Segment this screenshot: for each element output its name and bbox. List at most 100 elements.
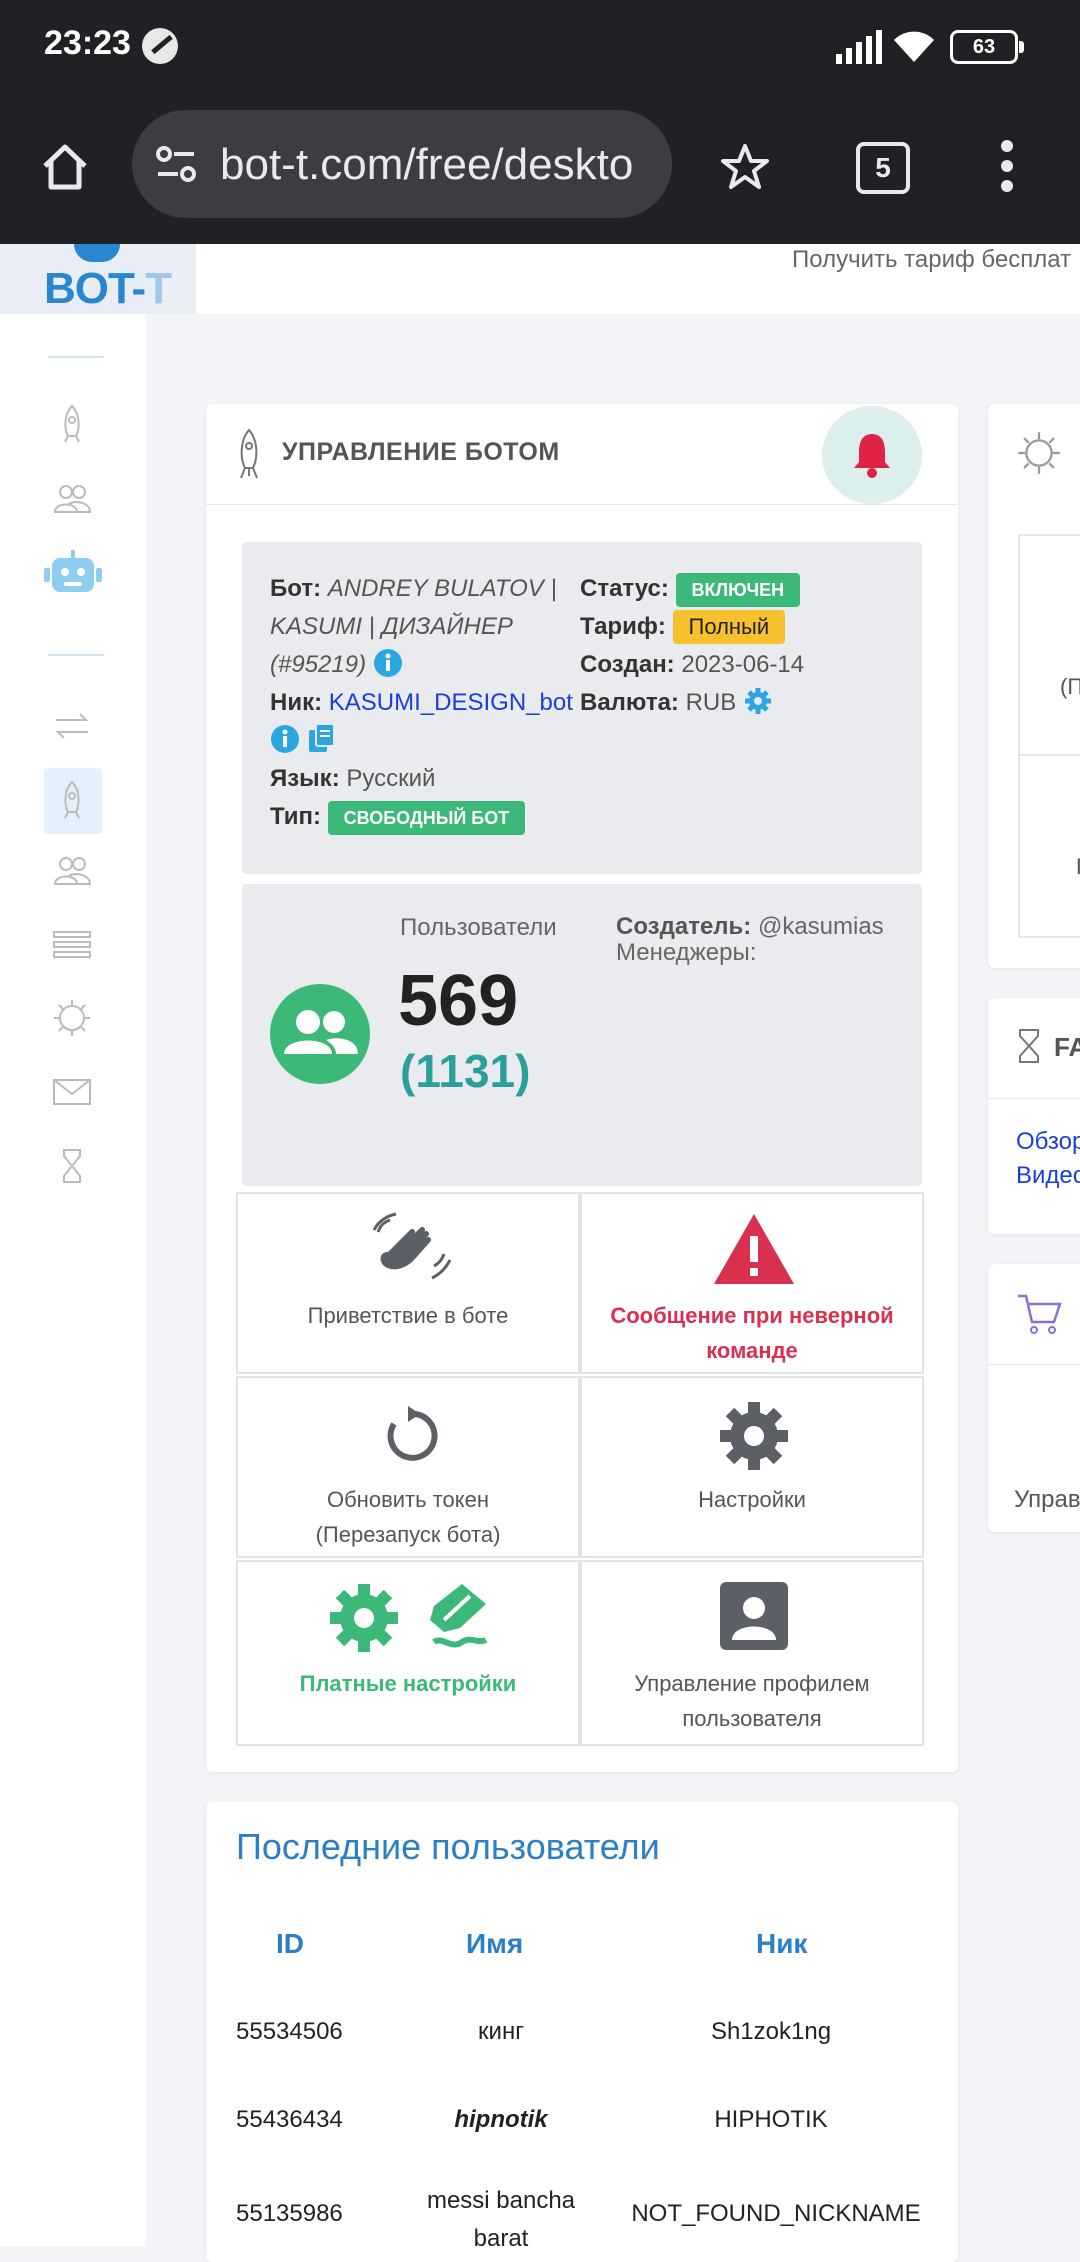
nick-link[interactable]: KASUMI_DESIGN_bot [329,689,573,716]
do-not-disturb-icon [142,28,178,64]
language-value: Русский [346,765,436,792]
address-bar[interactable]: bot-t.com/free/deskto [132,110,672,218]
users-count: 569 [398,961,519,1041]
logo-suffix: T [145,264,172,313]
signal-icon [836,30,882,64]
column-header-name: Имя [466,1928,524,1959]
nick-label: Ник: [270,689,323,716]
more-menu-icon[interactable] [1000,140,1014,192]
logo[interactable]: BOT-T [0,244,196,314]
site-header: BOT-T Получить тариф бесплат [0,244,1080,314]
copy-icon[interactable] [307,722,337,754]
site-settings-icon[interactable] [154,142,198,186]
faq-title: FA [1054,1032,1080,1062]
creator-label: Создатель: [616,913,752,940]
gear-icon [720,1402,788,1470]
bot-info-panel: Бот: ANDREY BULATOV | KASUMI | ДИЗАЙНЕР … [242,542,922,874]
info-icon[interactable] [270,724,300,754]
bot-id: (#95219) [270,651,367,678]
created-label: Создан: [580,651,675,678]
status-badge: ВКЛЮЧЕН [675,573,801,607]
bookmark-star-icon[interactable] [720,142,770,192]
bot-label: Бот: [270,575,322,602]
sidebar-item-mail-icon[interactable] [52,1072,92,1112]
notifications-button[interactable] [822,406,922,504]
logo-main: BOT- [44,264,146,313]
row-3-name-line1: messi bancha [426,2187,576,2214]
settings-button[interactable]: Настройки [580,1376,924,1558]
sidebar-item-robot-icon[interactable] [44,550,102,596]
row-3-nick[interactable]: NOT_FOUND_NICKNAME [606,2200,946,2228]
right-card-1-text-2: (П [1060,674,1080,699]
wrong-command-message-button[interactable]: Сообщение при неверной команде [580,1192,924,1374]
url-text[interactable]: bot-t.com/free/deskto [220,140,633,190]
bell-icon [854,434,890,478]
hourglass-icon [1019,1029,1039,1063]
get-tariff-link[interactable]: Получить тариф бесплат [792,246,1071,274]
sidebar-item-hourglass-icon[interactable] [52,1146,92,1186]
row-1-nick[interactable]: Sh1zok1ng [606,2018,936,2046]
sidebar-divider [48,356,104,358]
refresh-token-label-line2: (Перезапуск бота) [315,1522,501,1547]
info-icon[interactable] [373,648,403,678]
status-bar: 23:23 63 [0,0,1080,96]
sidebar-item-bot-management-icon[interactable] [52,780,92,820]
card-header: УПРАВЛЕНИЕ БОТОМ [206,404,958,505]
status-time: 23:23 [44,24,131,62]
row-2-name: hipnotik [454,2106,548,2133]
row-2-nick[interactable]: HIPHOTIK [606,2106,936,2134]
created-value: 2023-06-14 [681,651,805,678]
browser-toolbar: bot-t.com/free/deskto 5 [0,96,1080,244]
creator-value[interactable]: @kasumias [758,913,884,940]
home-icon[interactable] [40,142,90,192]
warning-icon [714,1214,794,1284]
rocket-icon [240,428,258,479]
wifi-icon [894,31,934,62]
wrong-command-label-line2: команде [706,1338,798,1363]
sidebar-item-transfer-icon[interactable] [52,706,92,746]
refresh-token-button[interactable]: Обновить токен (Перезапуск бота) [236,1376,580,1558]
sidebar-item-settings-icon[interactable] [52,998,92,1038]
refresh-token-label-line1: Обновить токен [326,1487,490,1512]
user-profile-management-button[interactable]: Управление профилем пользователя [580,1560,924,1746]
bot-name-line2: KASUMI | ДИЗАЙНЕР [270,613,513,640]
right-card-1-text-3: Р [1076,854,1080,880]
recent-users-title: Последние пользователи [236,1826,660,1867]
faq-link-video[interactable]: Видео [1016,1162,1080,1190]
wrong-command-label-line1: Сообщение при неверной [610,1303,894,1328]
sidebar-item-list-icon[interactable] [52,924,92,964]
green-gear-icon [330,1584,398,1652]
greeting-label: Приветствие в боте [307,1303,509,1328]
currency-value: RUB [685,689,737,716]
users-total: (1131) [400,1045,531,1097]
paid-settings-label: Платные настройки [299,1671,517,1696]
column-header-id: ID [276,1928,304,1959]
sidebar-item-users2-icon[interactable] [52,850,92,890]
users-label: Пользователи [400,914,557,941]
row-3-name-line2: barat [473,2225,529,2252]
logo-mark-icon [74,244,120,262]
battery-indicator: 63 [950,30,1024,64]
sidebar-item-rocket-icon[interactable] [52,404,92,444]
faq-link-overview[interactable]: Обзор [1016,1128,1080,1156]
tab-switcher-button[interactable]: 5 [856,142,910,194]
settings-label: Настройки [698,1487,806,1512]
status-label: Статус: [580,575,669,602]
column-header-nick: Ник [756,1928,808,1959]
language-label: Язык: [270,765,340,792]
paid-settings-button[interactable]: Платные настройки [236,1560,580,1746]
edit-pen-icon [430,1584,488,1648]
managers-label: Менеджеры: [616,939,757,966]
sidebar-item-users-icon[interactable] [52,478,92,518]
sidebar-divider [48,654,104,656]
greeting-button[interactable]: Приветствие в боте [236,1192,580,1374]
type-label: Тип: [270,803,321,830]
user-profile-icon [720,1582,788,1650]
sidebar [0,314,146,2246]
settings-sun-icon [1018,432,1060,474]
profile-management-label-line1: Управление профилем [634,1671,870,1696]
right-card-shop: Управ [988,1264,1080,1532]
row-3-id: 55135986 [236,2200,343,2227]
bot-name-line1: ANDREY BULATOV | [327,575,557,602]
currency-settings-gear-icon[interactable] [743,686,773,716]
